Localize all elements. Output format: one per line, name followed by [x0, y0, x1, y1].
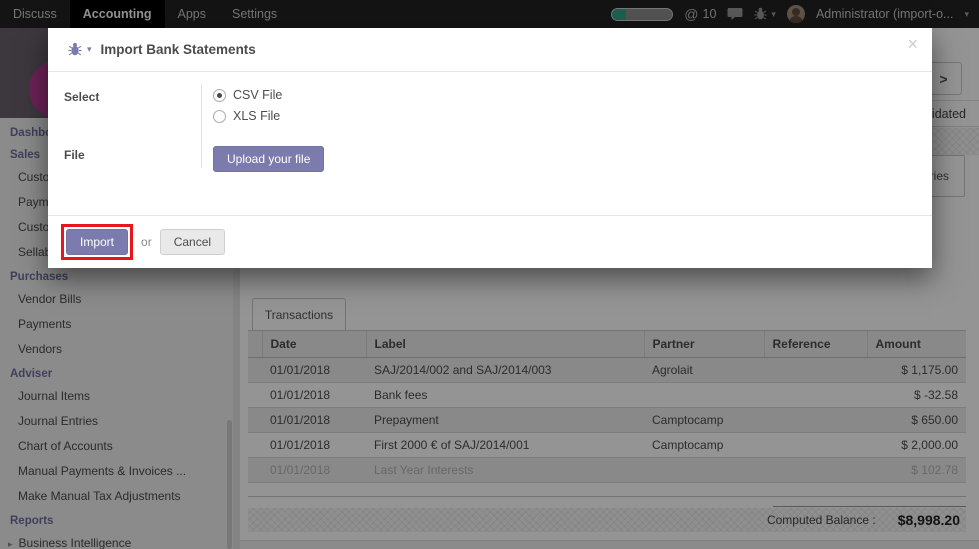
dialog-header: ▾ Import Bank Statements × — [48, 28, 932, 72]
import-button[interactable]: Import — [66, 229, 128, 255]
or-text: or — [141, 235, 152, 249]
radio-selected-icon[interactable] — [213, 89, 226, 102]
file-field-row: File Upload your file — [64, 146, 932, 172]
dialog-body: Select CSV File XLS File File Upload you… — [48, 72, 932, 214]
file-field-label: File — [64, 146, 201, 162]
select-field-row: Select CSV File XLS File — [64, 88, 932, 130]
file-field: Upload your file — [201, 146, 324, 172]
chevron-down-icon[interactable]: ▾ — [87, 44, 92, 55]
dialog-title: Import Bank Statements — [101, 42, 256, 57]
radio-unselected-icon[interactable] — [213, 110, 226, 123]
radio-option-csv[interactable]: CSV File — [213, 88, 282, 102]
upload-file-button[interactable]: Upload your file — [213, 146, 324, 172]
bug-icon — [68, 42, 82, 57]
radio-option-csv-label: CSV File — [233, 88, 282, 102]
label-field-separator — [201, 84, 202, 168]
close-icon[interactable]: × — [907, 35, 918, 53]
select-field-label: Select — [64, 88, 201, 104]
select-field: CSV File XLS File — [201, 88, 282, 130]
radio-option-xls[interactable]: XLS File — [213, 109, 282, 123]
cancel-button[interactable]: Cancel — [160, 229, 225, 255]
annotation-highlight-box: Import — [61, 224, 133, 260]
screen: Discuss Accounting Apps Settings @ 10 ▾ … — [0, 0, 979, 549]
dialog-footer: Import or Cancel — [48, 215, 932, 268]
import-bank-statements-dialog: ▾ Import Bank Statements × Select CSV Fi… — [48, 28, 932, 268]
radio-option-xls-label: XLS File — [233, 109, 280, 123]
